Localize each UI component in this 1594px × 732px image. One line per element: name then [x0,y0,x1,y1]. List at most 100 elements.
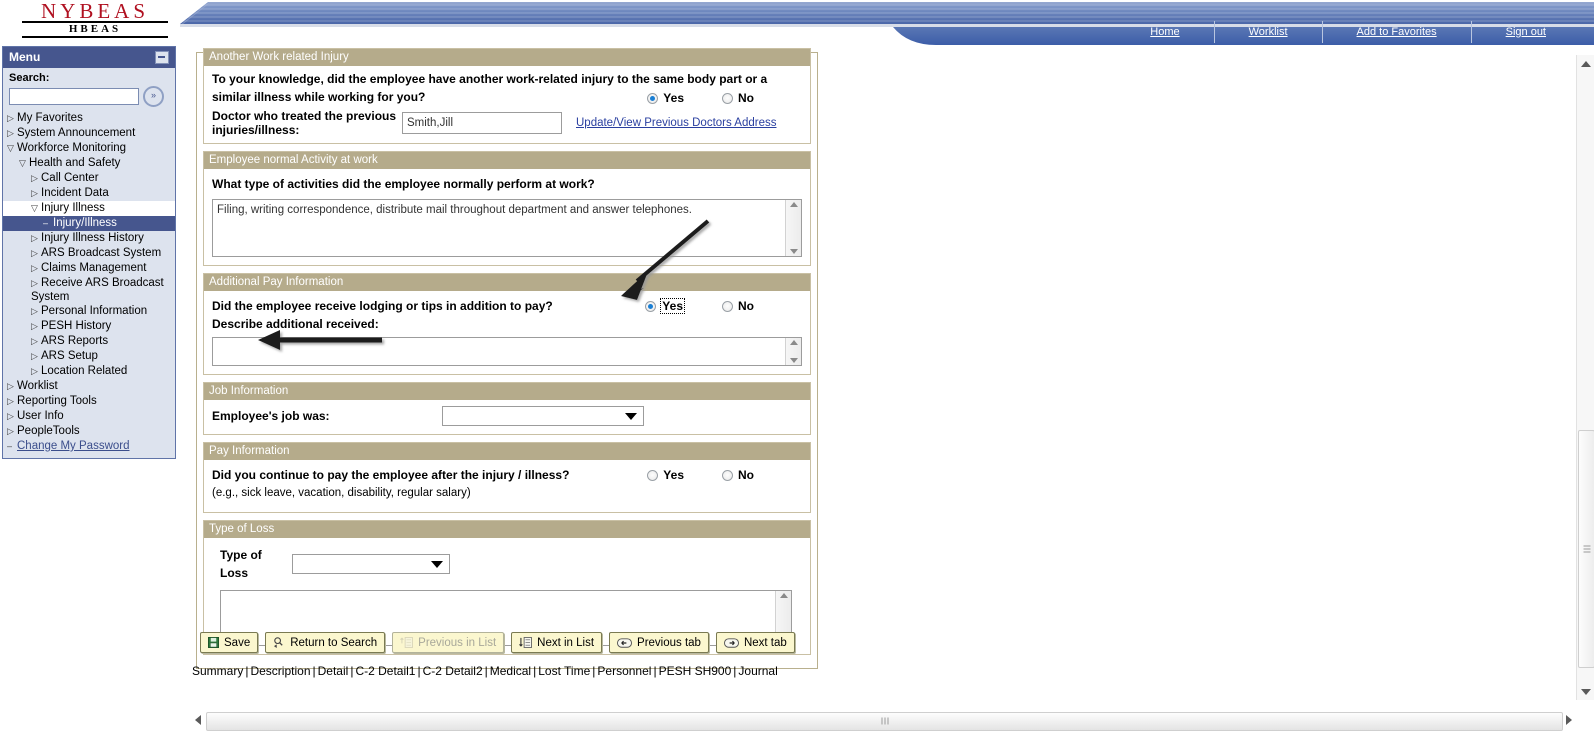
next-in-list-button[interactable]: Next in List [511,632,603,653]
update-view-previous-doctors-address-link[interactable]: Update/View Previous Doctors Address [576,117,777,129]
sidebar-item-system-announcement[interactable]: ▷ System Announcement [3,126,175,141]
radio-selected-icon[interactable] [647,92,659,104]
scroll-up-icon[interactable] [789,340,798,345]
chevron-right-icon: ▷ [7,426,14,436]
type-of-loss-dropdown[interactable] [292,554,450,574]
sidebar-item-personal-information[interactable]: ▷ Personal Information [3,304,175,319]
sidebar-item-user-info[interactable]: ▷ User Info [3,409,175,424]
search-go-icon[interactable]: » [143,86,164,107]
scroll-up-icon[interactable] [779,593,788,598]
sidebar-item-label: Location Related [41,365,128,377]
section-pay-information: Pay Information Did you continue to pay … [203,442,811,513]
radio-unselected-icon[interactable] [722,300,733,312]
sidebar-item-reporting-tools[interactable]: ▷ Reporting Tools [3,394,175,409]
sidebar-item-injury-illness[interactable]: ▽ Injury Illness [3,201,175,216]
radio-selected-icon[interactable] [645,300,657,312]
radio-unselected-icon[interactable] [722,92,733,104]
normal-activity-textarea[interactable] [213,200,785,256]
tab-link-c-2-detail1[interactable]: C-2 Detail1 [355,664,415,678]
sidebar-item-location-related[interactable]: ▷ Location Related [3,364,175,379]
sidebar-item-injury-illness[interactable]: – Injury/Illness [3,216,175,231]
scroll-left-button[interactable] [190,712,206,728]
scroll-right-button[interactable] [1561,712,1577,728]
another-injury-yes-label: Yes [663,91,684,105]
logo-sub-text: HBEAS [68,23,122,35]
sidebar-item-my-favorites[interactable]: ▷ My Favorites [3,111,175,126]
tab-link-journal[interactable]: Journal [738,664,777,678]
scroll-down-icon[interactable] [789,249,798,254]
sidebar-item-pesh-history[interactable]: ▷ PESH History [3,319,175,334]
minimize-icon[interactable] [155,50,169,64]
additional-pay-no-label: No [738,299,754,313]
tab-link-medical[interactable]: Medical [490,664,531,678]
tab-link-summary[interactable]: Summary [192,664,243,678]
sidebar-item-receive-ars-broadcast-system[interactable]: ▷ Receive ARS Broadcast System [3,276,175,304]
another-injury-yes-option[interactable]: Yes [647,91,684,105]
nav-link-home[interactable]: Home [1116,21,1215,43]
additional-pay-radio-group: Yes No [645,298,754,314]
describe-additional-textarea[interactable] [213,338,785,365]
vertical-scrollbar-thumb[interactable] [1578,430,1594,668]
chevron-down-icon: ▽ [31,203,38,213]
normal-activity-scrollbar[interactable] [785,200,801,256]
sidebar-item-claims-management[interactable]: ▷ Claims Management [3,261,175,276]
chevron-right-icon: ▷ [31,263,38,273]
return-to-search-button[interactable]: Return to Search [265,632,386,653]
sidebar-item-change-my-password[interactable]: – Change My Password [3,439,175,454]
chevron-down-icon[interactable] [625,412,637,420]
sidebar-item-ars-setup[interactable]: ▷ ARS Setup [3,349,175,364]
nav-link-add-to-favorites[interactable]: Add to Favorites [1323,21,1472,43]
sidebar-item-ars-reports[interactable]: ▷ ARS Reports [3,334,175,349]
radio-unselected-icon[interactable] [647,469,659,481]
horizontal-scrollbar-track[interactable] [206,711,1563,731]
sidebar-item-label: Reporting Tools [17,395,97,407]
nav-link-worklist[interactable]: Worklist [1215,21,1323,43]
describe-additional-scrollbar[interactable] [785,338,801,365]
horizontal-scrollbar-thumb[interactable] [206,711,1563,731]
chevron-down-icon[interactable] [431,560,443,568]
additional-pay-yes-option[interactable]: Yes [645,298,685,314]
tab-link-detail[interactable]: Detail [318,664,349,678]
chevron-right-icon: ▷ [7,113,14,123]
section-title-type-of-loss: Type of Loss [204,521,810,538]
sidebar-item-worklist[interactable]: ▷ Worklist [3,379,175,394]
doctor-name-input[interactable] [402,112,562,134]
sidebar-item-label: Personal Information [41,305,148,317]
radio-unselected-icon[interactable] [722,469,733,481]
tab-link-lost-time[interactable]: Lost Time [538,664,590,678]
another-injury-no-option[interactable]: No [722,91,754,105]
vertical-scrollbar[interactable] [1576,55,1594,700]
tab-link-description[interactable]: Description [250,664,310,678]
pay-information-no-label: No [738,468,754,482]
pay-information-yes-option[interactable]: Yes [647,468,684,482]
describe-additional-label: Describe additional received: [212,317,379,331]
scroll-up-icon[interactable] [789,202,798,207]
sidebar-item-incident-data[interactable]: ▷ Incident Data [3,186,175,201]
sidebar-item-ars-broadcast-system[interactable]: ▷ ARS Broadcast System [3,246,175,261]
sidebar-item-peopletools[interactable]: ▷ PeopleTools [3,424,175,439]
scroll-down-button[interactable] [1577,683,1594,700]
pay-information-no-option[interactable]: No [722,468,754,482]
additional-pay-no-option[interactable]: No [722,299,754,313]
section-additional-pay-information: Additional Pay Information Did the emplo… [203,273,811,375]
another-injury-no-label: No [738,91,754,105]
save-button[interactable]: Save [200,632,259,653]
previous-tab-button[interactable]: Previous tab [609,632,709,653]
sidebar-item-injury-illness-history[interactable]: ▷ Injury Illness History [3,231,175,246]
horizontal-scrollbar[interactable] [190,708,1577,732]
scroll-down-icon[interactable] [789,358,798,363]
tab-link-pesh-sh900[interactable]: PESH SH900 [659,664,732,678]
sidebar-item-label: Claims Management [41,262,147,274]
next-tab-button[interactable]: Next tab [715,632,795,653]
tab-link-c-2-detail2: C-2 Detail2 [422,664,483,678]
scroll-up-button[interactable] [1577,55,1594,72]
employee-job-dropdown[interactable] [442,406,644,426]
sidebar-item-workforce-monitoring[interactable]: ▽ Workforce Monitoring [3,141,175,156]
menu-title-text: Menu [9,50,41,64]
search-input[interactable] [9,88,139,105]
chevron-down-icon: ▽ [19,158,26,168]
sidebar-item-health-and-safety[interactable]: ▽ Health and Safety [3,156,175,171]
sidebar-item-call-center[interactable]: ▷ Call Center [3,171,175,186]
tab-link-personnel[interactable]: Personnel [597,664,651,678]
nav-link-sign-out[interactable]: Sign out [1472,21,1594,43]
